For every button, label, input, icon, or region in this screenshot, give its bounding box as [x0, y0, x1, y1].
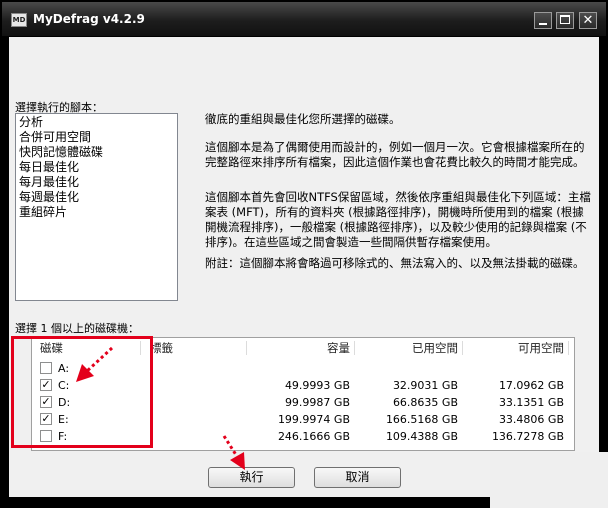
minimize-icon — [539, 23, 547, 25]
column-divider[interactable] — [246, 341, 247, 355]
drive-capacity: 246.1666 GB — [277, 430, 350, 443]
drive-used-space: 32.9031 GB — [392, 379, 458, 392]
drive-free-space: 17.0962 GB — [498, 379, 564, 392]
minimize-button[interactable] — [534, 12, 552, 29]
column-header-free-space[interactable]: 可用空間 — [470, 338, 564, 358]
annotation-highlight-box — [11, 336, 153, 448]
disk-list-label: 選擇 1 個以上的磁碟機： — [15, 322, 139, 335]
column-header-capacity[interactable]: 容量 — [256, 338, 350, 358]
script-item-consolidate-free-space[interactable]: 合併可用空間 — [18, 130, 177, 145]
script-list[interactable]: 分析 合併可用空間 快閃記憶體磁碟 每日最佳化 每月最佳化 每週最佳化 重組碎片 — [15, 113, 178, 301]
description-heading: 徹底的重組與最佳化您所選擇的磁碟。 — [205, 112, 401, 126]
description-paragraph-2: 這個腳本首先會回收NTFS保留區域，然後依序重組與最佳化下列區域：主檔案表 (M… — [205, 190, 591, 249]
maximize-icon — [560, 15, 570, 24]
column-header-used-space[interactable]: 已用空間 — [364, 338, 458, 358]
column-divider[interactable] — [462, 341, 463, 355]
drive-capacity — [256, 361, 350, 377]
window-title: MyDefrag v4.2.9 — [33, 12, 145, 26]
drive-used-space: 109.4388 GB — [385, 430, 458, 443]
description-note: 附註：這個腳本將會略過可移除式的、無法寫入的、以及無法掛載的磁碟。 — [205, 256, 585, 270]
drive-used-space — [364, 361, 458, 377]
drive-used-space: 66.8635 GB — [392, 396, 458, 409]
drive-free-space: 136.7278 GB — [491, 430, 564, 443]
title-bar[interactable]: MD MyDefrag v4.2.9 ✕ — [2, 2, 606, 36]
drive-free-space: 33.1351 GB — [498, 396, 564, 409]
drive-free-space — [470, 361, 564, 377]
column-divider[interactable] — [568, 341, 569, 355]
close-button[interactable]: ✕ — [579, 12, 597, 29]
close-icon: ✕ — [582, 13, 594, 28]
drive-capacity: 99.9987 GB — [284, 396, 350, 409]
script-item-analyze[interactable]: 分析 — [18, 115, 177, 130]
maximize-button[interactable] — [556, 12, 574, 29]
script-item-weekly-optimize[interactable]: 每週最佳化 — [18, 190, 177, 205]
drive-free-space: 33.4806 GB — [498, 413, 564, 426]
script-item-daily-optimize[interactable]: 每日最佳化 — [18, 160, 177, 175]
description-paragraph-1: 這個腳本是為了偶爾使用而設計的，例如一個月一次。它會根據檔案所在的完整路徑來排序… — [205, 140, 585, 169]
script-item-flash-memory-disk[interactable]: 快閃記憶體磁碟 — [18, 145, 177, 160]
script-item-defragment[interactable]: 重組碎片 — [18, 205, 177, 220]
column-header-label[interactable]: 標籤 — [150, 338, 173, 358]
background-corner — [490, 452, 608, 508]
mydefrag-app-icon: MD — [11, 13, 27, 27]
drive-capacity: 49.9993 GB — [284, 379, 350, 392]
run-button[interactable]: 執行 — [208, 467, 295, 488]
drive-capacity: 199.9974 GB — [277, 413, 350, 426]
column-divider[interactable] — [354, 341, 355, 355]
drive-used-space: 166.5168 GB — [385, 413, 458, 426]
script-item-monthly-optimize[interactable]: 每月最佳化 — [18, 175, 177, 190]
cancel-button[interactable]: 取消 — [314, 467, 401, 488]
